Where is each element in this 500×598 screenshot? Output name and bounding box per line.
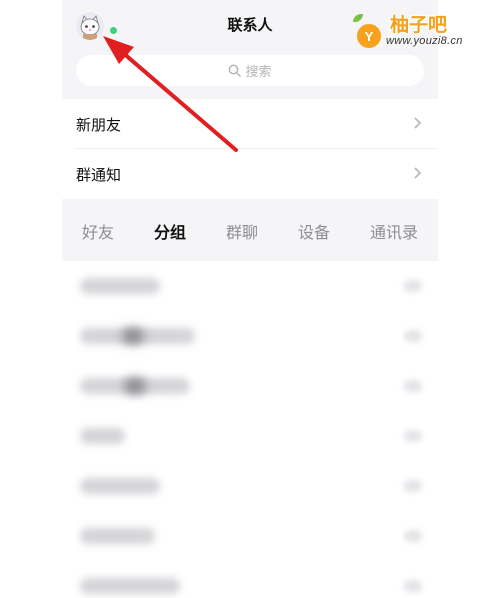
tab-devices[interactable]: 设备	[298, 219, 330, 243]
tab-friends[interactable]: 好友	[82, 219, 114, 243]
chevron-right-icon	[414, 117, 422, 129]
blurred-count	[404, 430, 422, 442]
list-item[interactable]	[62, 561, 438, 598]
new-friends-label: 新朋友	[76, 115, 122, 134]
leaf-icon	[353, 14, 363, 22]
contacts-screen: 联系人 搜索 新朋友 群通知 好友 分组 群聊 设备 通讯录	[62, 0, 438, 598]
tab-groups[interactable]: 分组	[154, 219, 186, 243]
tab-address-book[interactable]: 通讯录	[370, 219, 418, 243]
blurred-count	[404, 580, 422, 592]
contact-group-list	[62, 261, 438, 598]
search-placeholder: 搜索	[245, 65, 272, 80]
contact-tabs: 好友 分组 群聊 设备 通讯录	[62, 200, 438, 261]
group-notifications-label: 群通知	[76, 165, 122, 184]
blurred-name	[80, 528, 155, 544]
watermark-url: www.youzi8.cn	[386, 35, 463, 47]
list-item[interactable]	[62, 311, 438, 361]
blurred-name	[80, 578, 180, 594]
watermark-badge: Y	[357, 24, 381, 48]
blurred-name	[80, 428, 125, 444]
chevron-right-icon	[414, 167, 422, 179]
blurred-name	[80, 478, 160, 494]
list-item[interactable]	[62, 461, 438, 511]
blurred-mark	[124, 378, 146, 394]
search-input[interactable]: 搜索	[76, 55, 424, 86]
list-item[interactable]	[62, 361, 438, 411]
blurred-count	[404, 530, 422, 542]
blurred-name	[80, 278, 160, 294]
list-item[interactable]	[62, 261, 438, 311]
blurred-count	[404, 480, 422, 492]
new-friends-row[interactable]: 新朋友	[62, 99, 438, 149]
blurred-count	[404, 330, 422, 342]
list-item[interactable]	[62, 511, 438, 561]
watermark-logo: Y 柚子吧 www.youzi8.cn	[347, 8, 490, 50]
list-item[interactable]	[62, 411, 438, 461]
watermark-title: 柚子吧	[390, 14, 448, 36]
blurred-count	[404, 380, 422, 392]
tab-group-chats[interactable]: 群聊	[226, 219, 258, 243]
blurred-mark	[122, 328, 144, 344]
group-notifications-row[interactable]: 群通知	[62, 149, 438, 199]
search-icon	[229, 64, 242, 77]
blurred-count	[404, 280, 422, 292]
